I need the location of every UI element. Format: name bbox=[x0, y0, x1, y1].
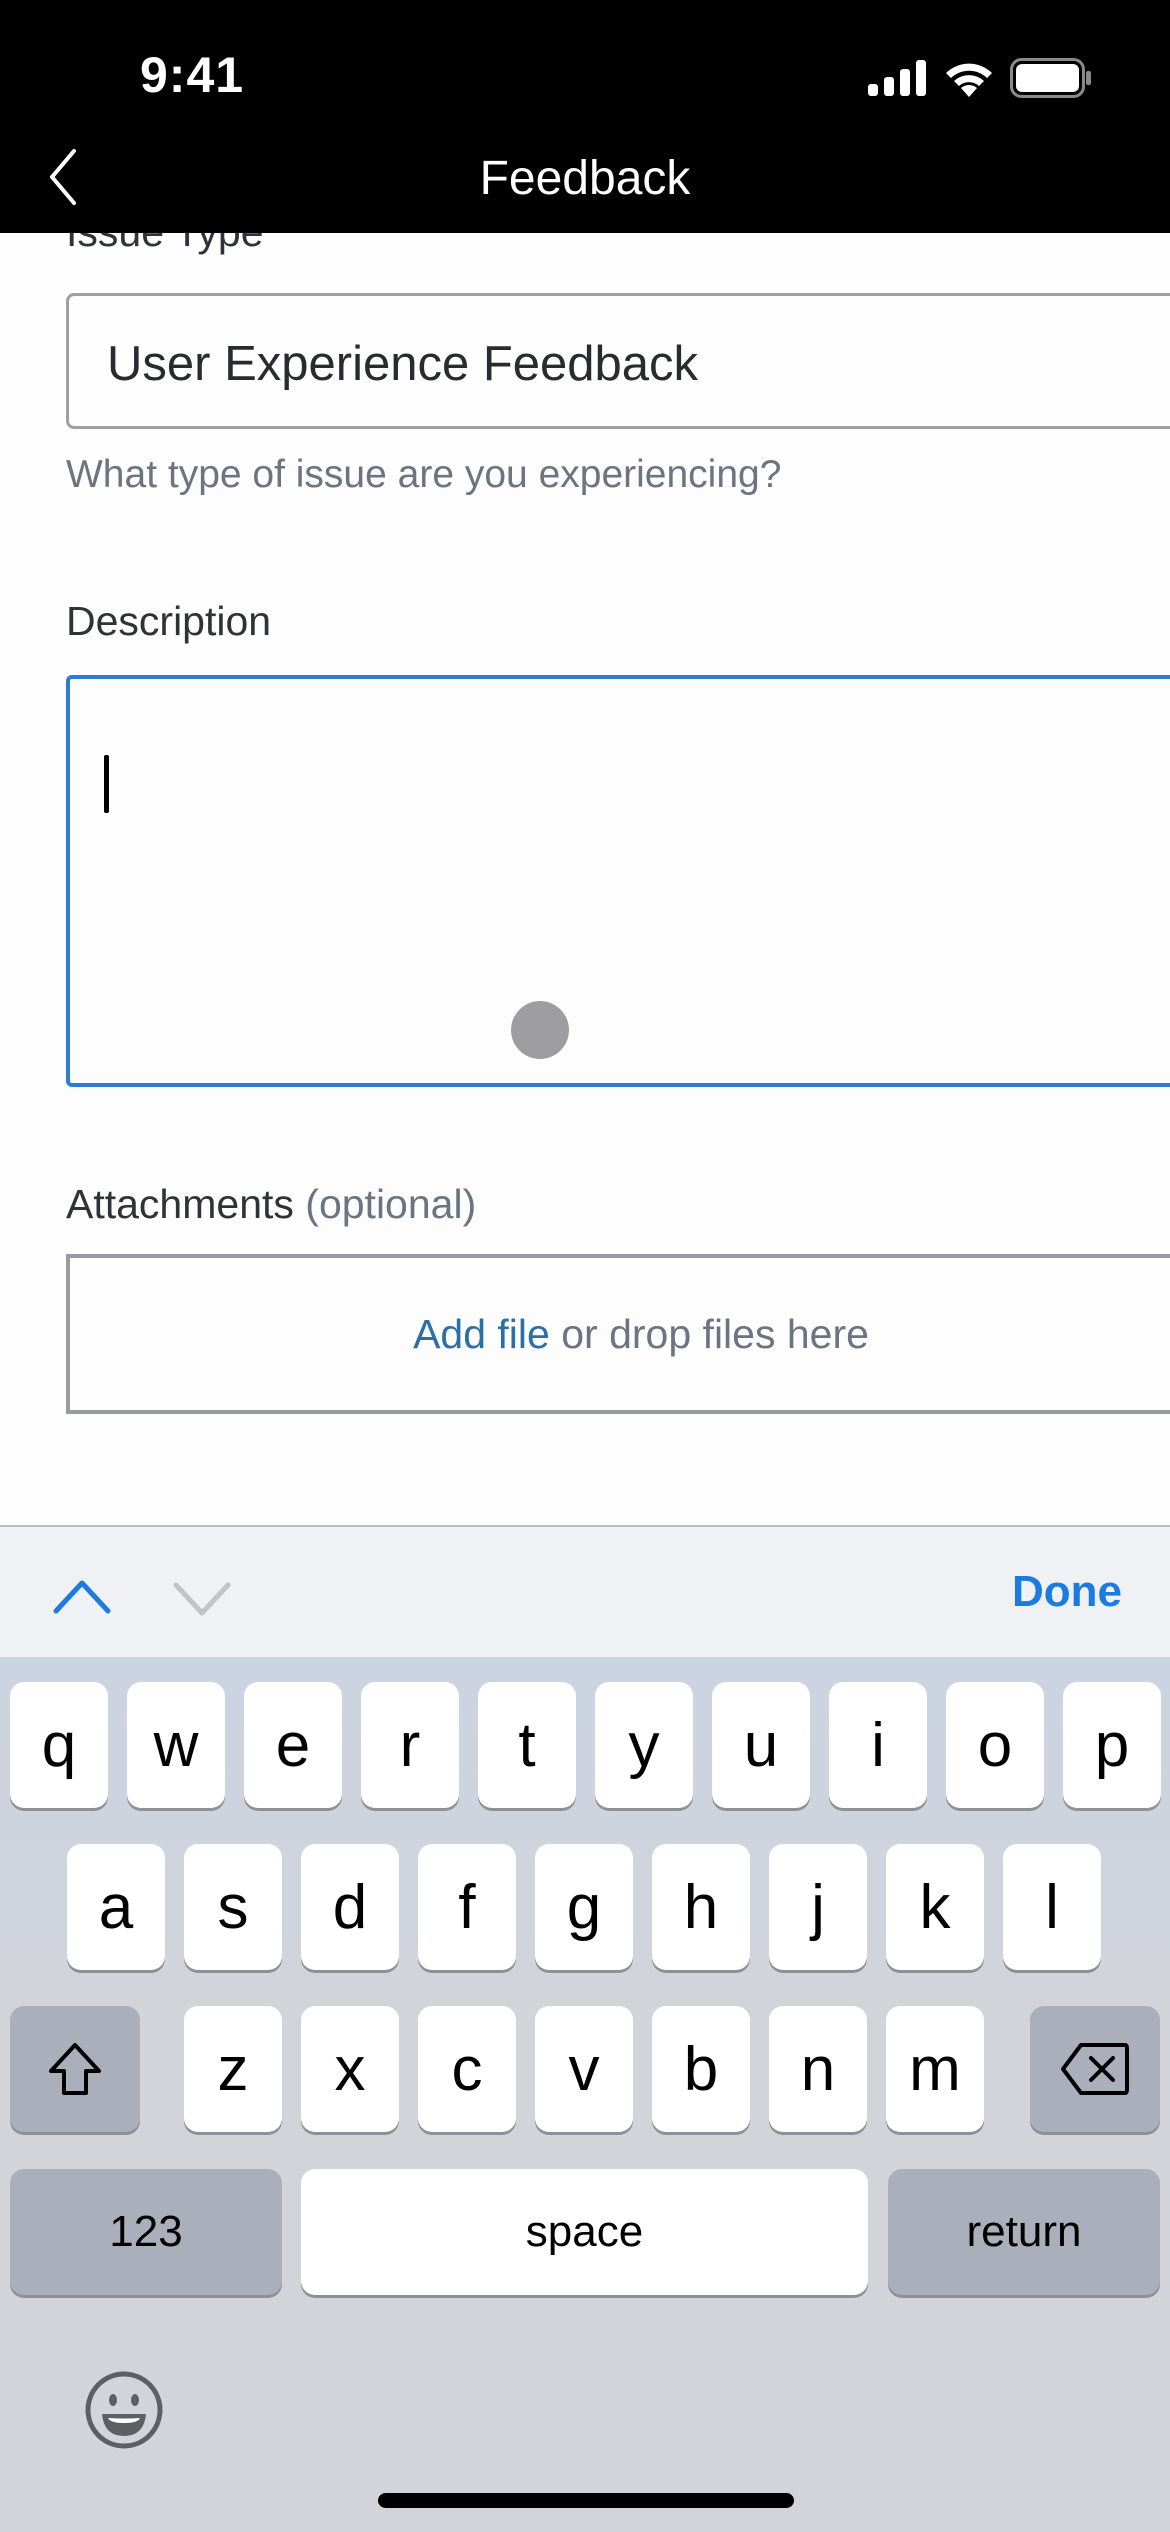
next-field-button[interactable] bbox=[172, 1579, 232, 1619]
backspace-key[interactable] bbox=[1030, 2006, 1160, 2132]
shift-icon bbox=[49, 2043, 101, 2095]
space-key[interactable]: space bbox=[301, 2169, 868, 2295]
dropzone-text: Add file or drop files here bbox=[413, 1311, 869, 1358]
keyboard-toolbar: Done bbox=[0, 1525, 1170, 1657]
key-t[interactable]: t bbox=[478, 1682, 576, 1808]
key-n[interactable]: n bbox=[769, 2006, 867, 2132]
return-key[interactable]: return bbox=[888, 2169, 1160, 2295]
issue-type-label: Issue Type bbox=[66, 233, 264, 256]
key-b[interactable]: b bbox=[652, 2006, 750, 2132]
status-bar: 9:41 bbox=[0, 0, 1170, 145]
status-time: 9:41 bbox=[140, 47, 245, 103]
key-h[interactable]: h bbox=[652, 1844, 750, 1970]
key-r[interactable]: r bbox=[361, 1682, 459, 1808]
key-a[interactable]: a bbox=[67, 1844, 165, 1970]
home-indicator bbox=[378, 2493, 794, 2508]
key-e[interactable]: e bbox=[244, 1682, 342, 1808]
status-icons bbox=[868, 58, 1092, 98]
key-p[interactable]: p bbox=[1063, 1682, 1161, 1808]
key-y[interactable]: y bbox=[595, 1682, 693, 1808]
numbers-key[interactable]: 123 bbox=[10, 2169, 282, 2295]
done-button[interactable]: Done bbox=[1012, 1567, 1122, 1617]
battery-icon bbox=[1010, 58, 1091, 98]
text-caret bbox=[104, 755, 109, 813]
issue-type-helper: What type of issue are you experiencing? bbox=[66, 453, 782, 496]
key-d[interactable]: d bbox=[301, 1844, 399, 1970]
backspace-icon bbox=[1061, 2043, 1129, 2095]
add-file-link[interactable]: Add file bbox=[413, 1311, 550, 1357]
cellular-signal-icon bbox=[868, 60, 926, 96]
key-c[interactable]: c bbox=[418, 2006, 516, 2132]
previous-field-button[interactable] bbox=[52, 1577, 112, 1617]
attachments-label-text: Attachments bbox=[66, 1181, 294, 1227]
shift-key[interactable] bbox=[10, 2006, 140, 2132]
key-s[interactable]: s bbox=[184, 1844, 282, 1970]
navigation-bar: Feedback bbox=[0, 145, 1170, 233]
page-title: Feedback bbox=[479, 152, 691, 205]
key-g[interactable]: g bbox=[535, 1844, 633, 1970]
key-q[interactable]: q bbox=[10, 1682, 108, 1808]
key-w[interactable]: w bbox=[127, 1682, 225, 1808]
key-z[interactable]: z bbox=[184, 2006, 282, 2132]
keyboard: qwertyuiop asdfghjkl zxcvbnm 123 space r… bbox=[0, 1657, 1170, 2532]
key-m[interactable]: m bbox=[886, 2006, 984, 2132]
key-k[interactable]: k bbox=[886, 1844, 984, 1970]
optional-tag: (optional) bbox=[305, 1181, 477, 1227]
attachments-label: Attachments (optional) bbox=[66, 1181, 476, 1228]
emoji-icon bbox=[85, 2371, 163, 2449]
key-j[interactable]: j bbox=[769, 1844, 867, 1970]
description-label: Description bbox=[66, 598, 272, 644]
wifi-icon bbox=[946, 63, 992, 97]
key-o[interactable]: o bbox=[946, 1682, 1044, 1808]
key-v[interactable]: v bbox=[535, 2006, 633, 2132]
chevron-down-icon bbox=[173, 1582, 231, 1616]
chevron-up-icon bbox=[53, 1580, 111, 1614]
feedback-form: Issue Type User Experience Feedback What… bbox=[0, 233, 1170, 1525]
key-u[interactable]: u bbox=[712, 1682, 810, 1808]
emoji-button[interactable] bbox=[84, 2370, 164, 2450]
key-i[interactable]: i bbox=[829, 1682, 927, 1808]
key-f[interactable]: f bbox=[418, 1844, 516, 1970]
issue-type-select[interactable]: User Experience Feedback bbox=[66, 293, 1170, 429]
attachment-dropzone[interactable]: Add file or drop files here bbox=[66, 1254, 1170, 1414]
description-textarea[interactable] bbox=[66, 675, 1170, 1087]
key-x[interactable]: x bbox=[301, 2006, 399, 2132]
drop-files-text: or drop files here bbox=[561, 1310, 869, 1357]
key-l[interactable]: l bbox=[1003, 1844, 1101, 1970]
issue-type-value: User Experience Feedback bbox=[107, 337, 699, 391]
touch-indicator bbox=[511, 1001, 569, 1059]
